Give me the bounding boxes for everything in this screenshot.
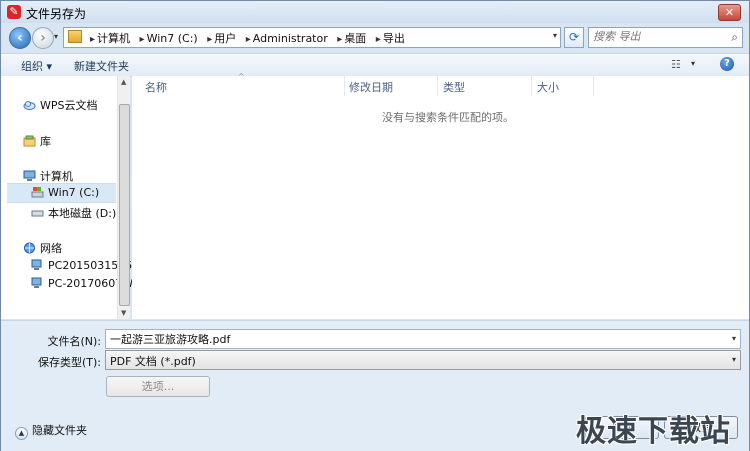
new-folder-button[interactable]: 新建文件夹 xyxy=(74,58,129,74)
breadcrumb-administrator[interactable]: Administrator xyxy=(253,32,328,45)
wps-app-icon: ✎ xyxy=(7,5,21,19)
breadcrumb-export[interactable]: 导出 xyxy=(383,32,405,45)
sidebar-item-label: 库 xyxy=(40,135,51,148)
options-button[interactable]: 选项... xyxy=(106,376,210,397)
address-dropdown-icon[interactable]: ▾ xyxy=(553,31,557,40)
filename-dropdown-icon[interactable]: ▾ xyxy=(732,334,736,343)
forward-button[interactable]: › xyxy=(32,27,54,49)
sidebar-item-label: 本地磁盘 (D:) xyxy=(48,207,117,220)
breadcrumb-chevron-icon[interactable]: ▸ xyxy=(337,34,342,45)
breadcrumb-chevron-icon[interactable]: ▸ xyxy=(140,34,145,45)
sidebar-item-wps-cloud[interactable]: WPS云文档 xyxy=(23,97,98,113)
organize-button[interactable]: 组织 ▾ xyxy=(21,58,52,74)
search-input[interactable] xyxy=(593,29,721,44)
column-header-name[interactable]: 名称 xyxy=(145,79,167,95)
column-divider[interactable] xyxy=(437,76,438,96)
filename-input[interactable] xyxy=(110,332,710,345)
address-bar[interactable]: ▸ 计算机 ▸ Win7 (C:) ▸ 用户 ▸ Administrator ▸ 桌面 ▸… xyxy=(63,27,561,48)
column-divider[interactable] xyxy=(531,76,532,96)
sidebar-item-network[interactable]: 网络 xyxy=(23,240,62,256)
library-icon xyxy=(23,135,36,147)
scrollbar-thumb[interactable] xyxy=(119,104,130,306)
disk-icon xyxy=(31,210,44,217)
filetype-value: PDF 文档 (*.pdf) xyxy=(110,355,196,368)
command-toolbar: 组织 ▾ 新建文件夹 ☷ ▾ ? xyxy=(1,53,749,77)
scroll-up-icon[interactable]: ▲ xyxy=(121,78,126,86)
view-dropdown-icon[interactable]: ▾ xyxy=(691,59,695,68)
navigation-scrollbar[interactable]: ▲ ▼ xyxy=(117,76,130,319)
site-watermark: 极速下载站 xyxy=(576,414,731,449)
hide-folders-toggle[interactable]: ▲ 隐藏文件夹 xyxy=(15,422,87,440)
sidebar-item-local-disk-d[interactable]: 本地磁盘 (D:) xyxy=(31,205,116,221)
breadcrumb-desktop[interactable]: 桌面 xyxy=(344,32,366,45)
breadcrumb-users[interactable]: 用户 xyxy=(214,32,236,45)
breadcrumb-drive[interactable]: Win7 (C:) xyxy=(147,32,198,45)
filetype-select[interactable]: PDF 文档 (*.pdf) ▾ xyxy=(105,350,741,370)
folder-icon xyxy=(68,30,82,43)
back-button[interactable]: ‹ xyxy=(9,27,31,49)
sidebar-item-label: WPS云文档 xyxy=(40,99,98,112)
filename-combobox[interactable]: ▾ xyxy=(105,329,741,349)
filetype-label: 保存类型(T): xyxy=(37,356,101,369)
filename-label: 文件名(N): xyxy=(47,335,101,348)
help-icon[interactable]: ? xyxy=(720,57,734,71)
breadcrumb-chevron-icon[interactable]: ▸ xyxy=(90,34,95,45)
recent-locations-dropdown[interactable]: ▾ xyxy=(54,32,58,41)
breadcrumb-computer[interactable]: 计算机 xyxy=(97,32,130,45)
navigation-bar: ‹ › ▾ ▸ 计算机 ▸ Win7 (C:) ▸ 用户 ▸ Administrator… xyxy=(1,23,749,51)
column-header-date-modified[interactable]: 修改日期 xyxy=(349,79,393,95)
column-divider[interactable] xyxy=(593,76,594,96)
sidebar-item-label: Win7 (C:) xyxy=(48,186,100,199)
collapse-arrow-icon: ▲ xyxy=(15,427,28,440)
cloud-icon xyxy=(23,101,36,110)
sidebar-item-label: 网络 xyxy=(40,242,62,255)
title-bar: ✎ 文件另存为 ✕ xyxy=(1,1,749,23)
file-list-pane: ^ 名称 修改日期 类型 大小 没有与搜索条件匹配的项。 xyxy=(132,72,749,319)
scroll-down-icon[interactable]: ▼ xyxy=(121,309,126,317)
refresh-button[interactable]: ⟳ xyxy=(564,27,584,48)
sidebar-item-library[interactable]: 库 xyxy=(23,133,51,149)
sidebar-item-computer[interactable]: 计算机 xyxy=(23,168,73,184)
breadcrumb: ▸ 计算机 ▸ Win7 (C:) ▸ 用户 ▸ Administrator ▸ 桌面 ▸… xyxy=(86,30,407,46)
save-as-dialog: ✎ 文件另存为 ✕ ‹ › ▾ ▸ 计算机 ▸ Win7 (C:) ▸ 用户 ▸ Adm… xyxy=(0,0,750,451)
network-icon xyxy=(24,242,35,254)
window-title: 文件另存为 xyxy=(26,7,87,21)
search-icon[interactable]: ⌕ xyxy=(731,30,738,45)
sort-indicator-icon: ^ xyxy=(238,72,245,81)
empty-results-message: 没有与搜索条件匹配的项。 xyxy=(382,111,514,124)
search-box[interactable]: ⌕ xyxy=(588,27,743,48)
drive-icon xyxy=(31,187,44,198)
save-options-panel: 文件名(N): ▾ 保存类型(T): PDF 文档 (*.pdf) ▾ 选项..… xyxy=(1,320,749,451)
breadcrumb-chevron-icon[interactable]: ▸ xyxy=(207,34,212,45)
breadcrumb-chevron-icon[interactable]: ▸ xyxy=(246,34,251,45)
breadcrumb-chevron-icon[interactable]: ▸ xyxy=(376,34,381,45)
sidebar-item-label: 计算机 xyxy=(40,170,73,183)
column-header-type[interactable]: 类型 xyxy=(443,79,465,95)
pc-icon xyxy=(31,277,42,288)
sidebar-item-win7-drive[interactable]: Win7 (C:) xyxy=(7,183,116,203)
close-button[interactable]: ✕ xyxy=(718,4,741,21)
hide-folders-label: 隐藏文件夹 xyxy=(32,424,87,437)
computer-icon xyxy=(23,170,36,181)
column-divider[interactable] xyxy=(344,76,345,96)
column-header-size[interactable]: 大小 xyxy=(537,79,559,95)
view-options-icon[interactable]: ☷ xyxy=(671,58,683,71)
pc-icon xyxy=(31,259,42,270)
filetype-dropdown-icon[interactable]: ▾ xyxy=(732,355,736,364)
navigation-pane: WPS云文档 库 计算机 Win7 (C:) 本地磁盘 (D:) 网络 PC20… xyxy=(1,76,139,319)
